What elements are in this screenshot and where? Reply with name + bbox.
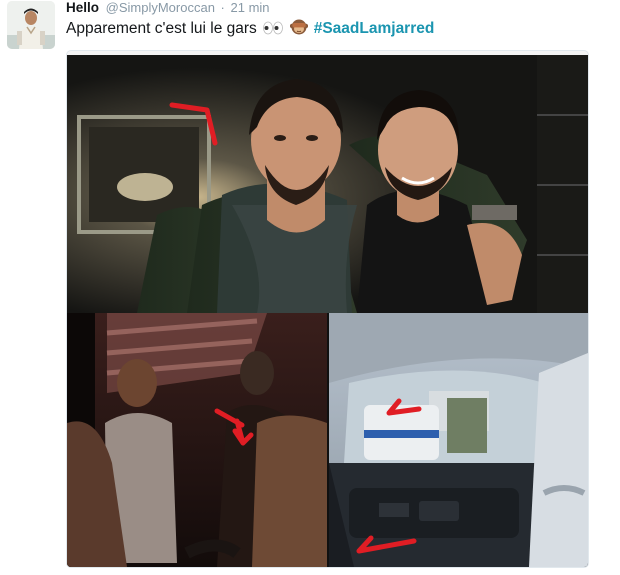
- separator-dot: ·: [220, 0, 225, 15]
- tweet-media[interactable]: [66, 50, 589, 568]
- photo-car-interior-police[interactable]: [329, 313, 588, 567]
- display-name[interactable]: Hello: [66, 0, 99, 15]
- see-no-evil-monkey-emoji: [290, 18, 309, 41]
- tweet-text-body: Apparement c'est lui le gars: [66, 20, 257, 37]
- tweet-timestamp[interactable]: 21 min: [231, 0, 270, 15]
- photo-two-men-nightclub[interactable]: [67, 55, 588, 313]
- tweet[interactable]: Hello @SimplyMoroccan · 21 min Apparemen…: [0, 0, 620, 575]
- photo-club-crowd[interactable]: [67, 313, 327, 567]
- user-handle[interactable]: @SimplyMoroccan: [106, 0, 215, 15]
- eyes-emoji: [262, 21, 284, 41]
- tweet-header: Hello @SimplyMoroccan · 21 min: [66, 0, 270, 16]
- media-frame: [67, 55, 588, 567]
- avatar[interactable]: [7, 1, 55, 49]
- avatar-image: [7, 1, 55, 49]
- hashtag-link[interactable]: #SaadLamjarred: [314, 20, 435, 37]
- tweet-text: Apparement c'est lui le gars #SaadLamjar…: [66, 18, 434, 41]
